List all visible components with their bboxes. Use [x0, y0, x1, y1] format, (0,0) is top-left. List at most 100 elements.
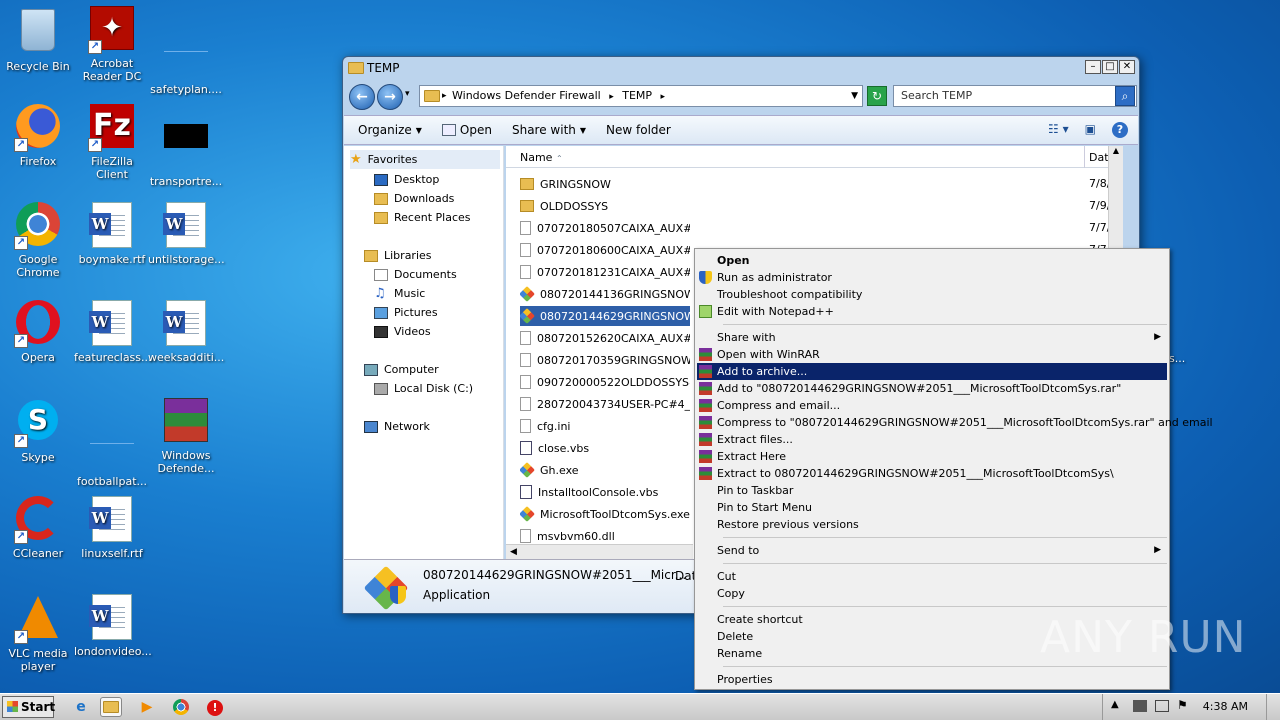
file-row[interactable]: 070720180507CAIXA_AUX#1___tmp07072018050… [520, 218, 690, 238]
horizontal-scrollbar[interactable]: ◀ [506, 544, 693, 559]
desktop-icon-ccleaner[interactable]: ↗ CCleaner [0, 496, 76, 560]
file-row[interactable]: 080720144136GRINGSNOW#13 [520, 284, 690, 304]
menu-item-send-to[interactable]: Send to ▶ [697, 542, 1167, 559]
desktop-icon-footballpat[interactable]: footballpat... [74, 398, 150, 488]
menu-item-extract-to-080720144629gringsnow-2051-mi[interactable]: Extract to 080720144629GRINGSNOW#2051___… [697, 465, 1167, 482]
nav-network[interactable]: Network [364, 417, 430, 436]
open-button[interactable]: Open [441, 123, 492, 137]
search-icon[interactable]: ⌕ [1115, 86, 1135, 106]
nav-computer[interactable]: Computer [364, 360, 439, 379]
nav-recent-places[interactable]: Recent Places [374, 208, 471, 227]
share-with-button[interactable]: Share with ▼ [512, 123, 586, 137]
file-row[interactable]: GRINGSNOW [520, 174, 690, 194]
address-dropdown-icon[interactable]: ▼ [851, 86, 858, 106]
desktop-icon-boymake[interactable]: W boymake.rtf [74, 202, 150, 266]
refresh-button[interactable]: ↻ [867, 86, 887, 106]
menu-item-add-to-080720144629gringsnow-2051-micros[interactable]: Add to "080720144629GRINGSNOW#2051___Mic… [697, 380, 1167, 397]
desktop-icon-safetyplan[interactable]: safetyplan.... [148, 6, 224, 96]
file-row[interactable]: msvbvm60.dll [520, 526, 690, 546]
network-tray-icon[interactable] [1155, 700, 1169, 712]
organize-button[interactable]: Organize ▼ [358, 123, 422, 137]
desktop-icon-weeksadditi[interactable]: W weeksadditi... [148, 300, 224, 364]
minimize-button[interactable]: – [1085, 60, 1101, 74]
title-bar[interactable]: TEMP – □ ✕ [343, 57, 1139, 79]
explorer-taskbar-icon[interactable] [100, 697, 122, 717]
menu-item-open[interactable]: Open [697, 252, 1167, 269]
media-player-taskbar-icon[interactable]: ▶ [136, 697, 158, 717]
file-row[interactable]: MicrosoftToolDtcomSys.exe [520, 504, 690, 524]
menu-item-open-with-winrar[interactable]: Open with WinRAR [697, 346, 1167, 363]
menu-item-compress-and-email[interactable]: Compress and email... [697, 397, 1167, 414]
desktop-icon-filezilla[interactable]: Fz ↗ FileZilla Client [74, 104, 150, 181]
menu-item-run-as-administrator[interactable]: Run as administrator [697, 269, 1167, 286]
desktop-icon-untilstorage[interactable]: W untilstorage... [148, 202, 225, 266]
desktop-icon-firefox[interactable]: ↗ Firefox [0, 104, 76, 168]
file-row[interactable]: 280720043734USER-PC#4___c [520, 394, 690, 414]
desktop-icon-transportre[interactable]: transportre... [148, 104, 224, 188]
desktop-icon-recycle-bin[interactable]: Recycle Bin [0, 6, 76, 73]
nav-local-disk[interactable]: Local Disk (C:) [374, 379, 473, 398]
flag-tray-icon[interactable]: ⚑ [1177, 698, 1188, 712]
file-row[interactable]: 070720181231CAIXA_AUX#19_ [520, 262, 690, 282]
search-input[interactable]: Search TEMP [893, 85, 1137, 107]
nav-videos[interactable]: Videos [374, 322, 431, 341]
file-row[interactable]: 080720144629GRINGSNOW#20 [520, 306, 690, 326]
nav-favorites[interactable]: ★ Favorites [350, 150, 500, 169]
forward-button[interactable]: → [377, 84, 403, 110]
menu-item-properties[interactable]: Properties [697, 671, 1167, 688]
file-row[interactable]: close.vbs [520, 438, 690, 458]
menu-item-cut[interactable]: Cut [697, 568, 1167, 585]
menu-item-restore-previous-versions[interactable]: Restore previous versions [697, 516, 1167, 533]
help-icon[interactable]: ? [1112, 122, 1128, 138]
desktop-icon-linuxself[interactable]: W linuxself.rtf [74, 496, 150, 560]
desktop-icon-chrome[interactable]: ↗ Google Chrome [0, 202, 76, 279]
nav-downloads[interactable]: Downloads [374, 189, 454, 208]
history-dropdown-icon[interactable]: ▾ [405, 89, 410, 99]
menu-item-pin-to-start-menu[interactable]: Pin to Start Menu [697, 499, 1167, 516]
show-desktop-button[interactable] [1266, 694, 1280, 720]
nav-music[interactable]: ♫ Music [374, 284, 425, 303]
nav-pictures[interactable]: Pictures [374, 303, 438, 322]
menu-item-extract-files[interactable]: Extract files... [697, 431, 1167, 448]
ie-taskbar-icon[interactable]: e [70, 697, 92, 717]
desktop-icon-featureclass[interactable]: W featureclass... [74, 300, 152, 364]
chrome-taskbar-icon[interactable] [170, 697, 192, 717]
file-row[interactable]: cfg.ini [520, 416, 690, 436]
stop-taskbar-icon[interactable]: ! [204, 697, 226, 717]
breadcrumb-item-temp[interactable]: TEMP [622, 89, 652, 102]
preview-pane-icon[interactable]: ▣ [1085, 122, 1096, 138]
menu-item-share-with[interactable]: Share with ▶ [697, 329, 1167, 346]
address-bar[interactable]: ▸ Windows Defender Firewall ▸ TEMP ▸ ▼ [419, 85, 863, 107]
menu-item-compress-to-080720144629gringsnow-2051-m[interactable]: Compress to "080720144629GRINGSNOW#2051_… [697, 414, 1213, 431]
file-row[interactable]: InstalltoolConsole.vbs [520, 482, 690, 502]
file-row[interactable]: Gh.exe [520, 460, 690, 480]
desktop-icon-acrobat[interactable]: ✦ ↗ Acrobat Reader DC [74, 6, 150, 83]
menu-item-troubleshoot-compatibility[interactable]: Troubleshoot compatibility [697, 286, 1167, 303]
file-row[interactable]: OLDDOSSYS [520, 196, 690, 216]
desktop-icon-vlc[interactable]: ↗ VLC media player [0, 594, 76, 673]
desktop-icon-skype[interactable]: S ↗ Skype [0, 398, 76, 464]
menu-item-copy[interactable]: Copy [697, 585, 1167, 602]
column-name[interactable]: Name ⌃ [520, 151, 563, 164]
breadcrumb-item-firewall[interactable]: Windows Defender Firewall [452, 89, 601, 102]
menu-item-add-to-archive[interactable]: Add to archive... [697, 363, 1167, 380]
tray-app-icon[interactable] [1133, 700, 1147, 712]
new-folder-button[interactable]: New folder [606, 123, 671, 137]
menu-item-pin-to-taskbar[interactable]: Pin to Taskbar [697, 482, 1167, 499]
back-button[interactable]: ← [349, 84, 375, 110]
start-button[interactable]: Start [2, 696, 55, 718]
nav-desktop[interactable]: Desktop [374, 170, 439, 189]
desktop-icon-opera[interactable]: ↗ Opera [0, 300, 76, 364]
desktop-icon-windows-defender-rar[interactable]: Windows Defende... [148, 398, 224, 475]
menu-item-extract-here[interactable]: Extract Here [697, 448, 1167, 465]
file-row[interactable]: 080720152620CAIXA_AUX#387 [520, 328, 690, 348]
file-row[interactable]: 070720180600CAIXA_AUX#4___ [520, 240, 690, 260]
maximize-button[interactable]: □ [1102, 60, 1118, 74]
file-row[interactable]: 090720000522OLDDOSSYS#46 [520, 372, 690, 392]
file-row[interactable]: 080720170359GRINGSNOW#44 [520, 350, 690, 370]
nav-documents[interactable]: Documents [374, 265, 457, 284]
nav-libraries[interactable]: Libraries [364, 246, 432, 265]
view-options-icon[interactable]: ☷ ▾ [1048, 122, 1069, 138]
close-button[interactable]: ✕ [1119, 60, 1135, 74]
tray-expand-icon[interactable]: ▲ [1111, 699, 1119, 710]
